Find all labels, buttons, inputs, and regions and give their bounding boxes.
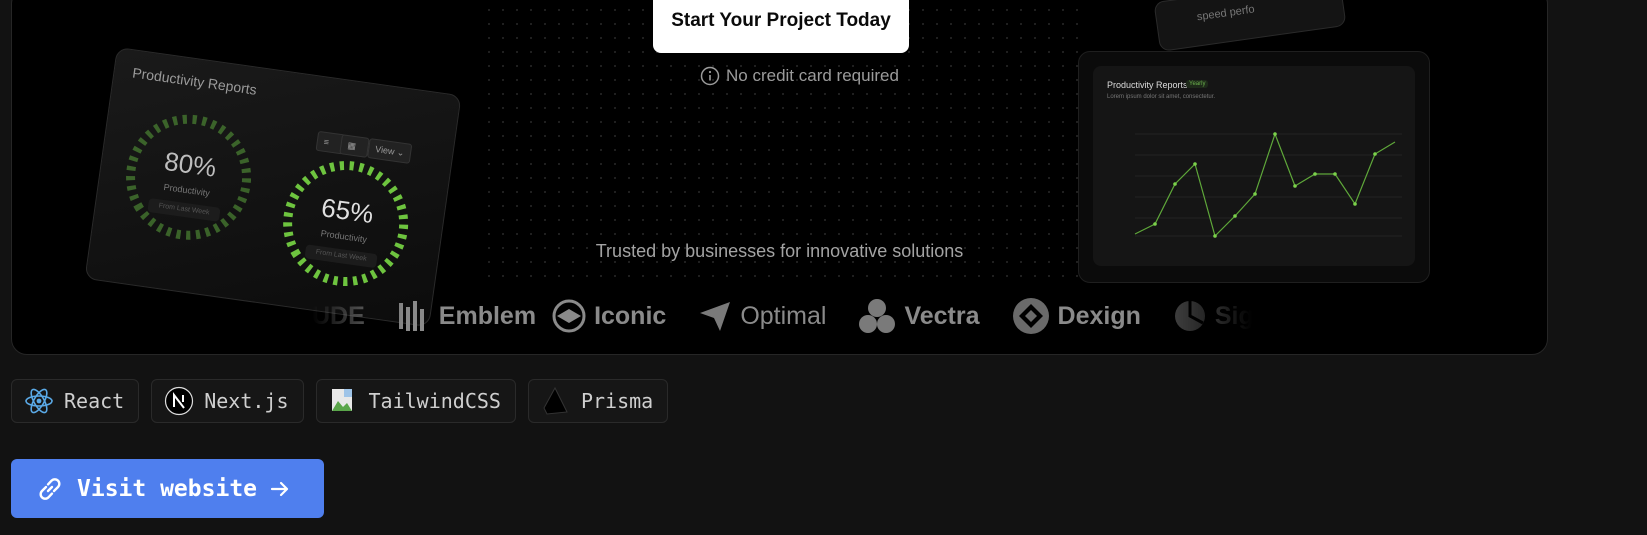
sig-icon (1174, 301, 1205, 331)
tag-react[interactable]: React (11, 379, 140, 423)
logo-iconic: Iconic (552, 299, 666, 333)
chart-badge: Yearly (1186, 80, 1209, 88)
arrow-right-icon (270, 481, 289, 496)
logo-vectra: Vectra (858, 298, 980, 334)
tag-label: TailwindCSS (368, 389, 501, 413)
line-chart (1134, 132, 1402, 238)
logo-ude: UDE (312, 301, 365, 330)
nextjs-icon (165, 386, 194, 416)
chart-panel: Productivity Reports Yearly Lorem ipsum … (1093, 66, 1415, 266)
logo-strip: UDE Emblem Iconic Optimal Vectra Dexign … (312, 291, 1254, 341)
gauge-80: 80% Productivity From Last Week (110, 98, 268, 256)
vectra-icon (859, 299, 896, 333)
hero-section: Productivity Reports ≡ ▦ View ⌄ 80% Prod… (11, 0, 1548, 355)
react-icon (25, 388, 53, 414)
prisma-icon (543, 386, 568, 415)
tag-label: React (64, 389, 125, 413)
no-credit-card-text: No credit card required (726, 66, 899, 85)
tag-label: Prisma (580, 389, 654, 413)
iconic-icon (552, 299, 586, 333)
card-title: Productivity Reports (131, 64, 258, 98)
link-icon (39, 477, 61, 500)
dexign-icon (1012, 298, 1049, 334)
visit-website-label: Visit website (77, 475, 258, 502)
start-project-button[interactable]: Start Your Project Today (653, 0, 909, 53)
visit-website-button[interactable]: Visit website (11, 459, 324, 518)
no-credit-card-note: No credit card required (700, 64, 899, 88)
tag-tailwindcss[interactable]: TailwindCSS (315, 379, 516, 423)
tag-nextjs[interactable]: Next.js (151, 379, 304, 423)
tag-label: Next.js (204, 389, 289, 413)
logo-dexign: Dexign (1012, 297, 1141, 335)
productivity-card-left: Productivity Reports ≡ ▦ View ⌄ 80% Prod… (84, 47, 462, 328)
trusted-text: Trusted by businesses for innovative sol… (595, 241, 964, 261)
paper-plane-icon (700, 302, 731, 331)
tech-stack-tags: React Next.js TailwindCSS Prisma (11, 379, 669, 423)
tag-prisma[interactable]: Prisma (527, 379, 669, 423)
info-icon (700, 66, 720, 86)
broken-image-icon (331, 389, 352, 411)
chart-subtitle: Lorem ipsum dolor sit amet, consectetur. (1107, 94, 1216, 100)
logo-sig: Sig (1173, 299, 1254, 333)
gauge-65: 65% Productivity From Last Week (267, 144, 425, 302)
logo-optimal: Optimal (698, 299, 826, 333)
emblem-icon (398, 301, 424, 331)
chart-title: Productivity Reports (1107, 80, 1188, 90)
feature-card-topright: speed perfo (1153, 0, 1347, 52)
logo-emblem: Emblem (397, 299, 536, 333)
